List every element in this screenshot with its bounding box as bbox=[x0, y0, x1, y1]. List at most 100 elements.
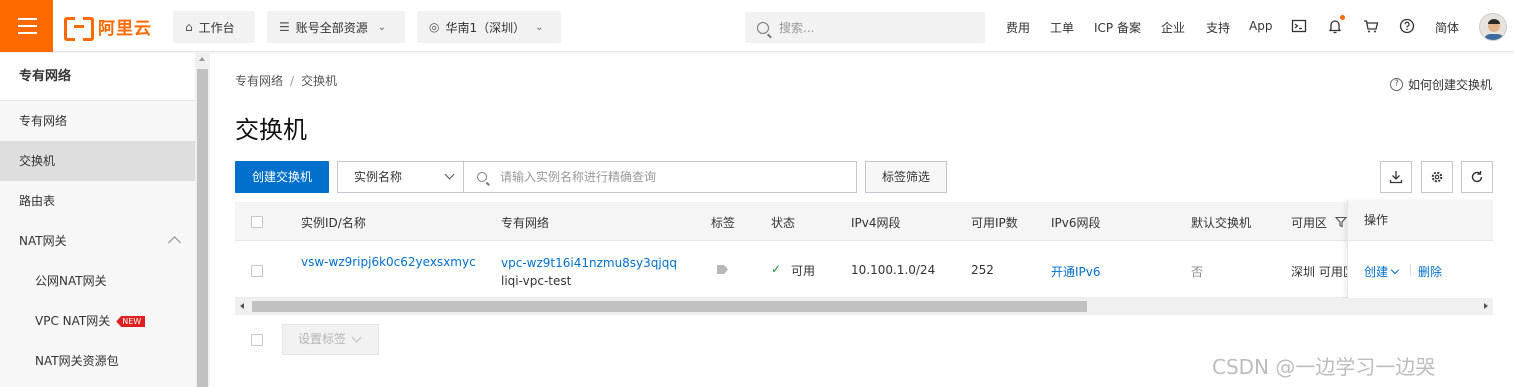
scroll-right-arrow-icon[interactable] bbox=[1484, 303, 1488, 309]
breadcrumb-separator: / bbox=[290, 74, 295, 88]
column-header-vpc: 专有网络 bbox=[501, 216, 550, 230]
select-all-checkbox[interactable] bbox=[251, 216, 263, 228]
instance-search-input[interactable]: 请输入实例名称进行精确查询 bbox=[463, 161, 857, 193]
logo-mark-icon bbox=[64, 17, 94, 41]
column-header-operations: 操作 bbox=[1348, 200, 1493, 241]
create-dropdown-link[interactable]: 创建 bbox=[1364, 263, 1400, 280]
set-tags-button[interactable]: 设置标签 bbox=[282, 324, 379, 355]
workbench-button[interactable]: ⌂ 工作台 bbox=[173, 11, 255, 43]
topnav-ticket[interactable]: 工单 bbox=[1050, 19, 1074, 36]
table-header: 实例ID/名称 专有网络 标签 状态 IPv4网段 可用IP数 IPv6网段 默… bbox=[235, 202, 1493, 241]
row-checkbox[interactable] bbox=[251, 265, 263, 277]
workbench-label: 工作台 bbox=[198, 20, 235, 35]
chevron-up-icon bbox=[168, 236, 181, 249]
terminal-icon[interactable] bbox=[1291, 18, 1307, 34]
chevron-down-icon: ⌄ bbox=[535, 21, 544, 33]
breadcrumb: 专有网络 / 交换机 bbox=[235, 72, 337, 89]
chevron-down-icon bbox=[444, 169, 455, 180]
ipv4-cidr: 10.100.1.0/24 bbox=[851, 263, 936, 277]
avatar[interactable] bbox=[1479, 13, 1507, 41]
scrollbar-thumb[interactable] bbox=[252, 301, 1087, 312]
sidebar-item-vpc[interactable]: 专有网络 bbox=[0, 101, 195, 141]
topnav-enterprise[interactable]: 企业 bbox=[1161, 19, 1185, 36]
sidebar-item-label: 公网NAT网关 bbox=[35, 274, 107, 288]
scroll-left-arrow-icon[interactable] bbox=[240, 303, 244, 309]
sidebar-item-vswitch[interactable]: 交换机 bbox=[0, 141, 195, 181]
scroll-up-arrow-icon[interactable] bbox=[199, 57, 205, 61]
breadcrumb-vswitch: 交换机 bbox=[301, 74, 338, 88]
vswitch-id-link[interactable]: vsw-wz9ripj6k0c62yexsxmyc bbox=[301, 255, 476, 269]
sidebar-title: 专有网络 bbox=[0, 53, 195, 101]
enable-ipv6-link[interactable]: 开通IPv6 bbox=[1051, 263, 1101, 280]
available-ip-count: 252 bbox=[971, 263, 994, 277]
column-header-zone: 可用区 bbox=[1291, 216, 1328, 230]
top-navbar: 阿里云 ⌂ 工作台 ☰ 账号全部资源 ⌄ ◎ 华南1（深圳） ⌄ 搜索... 费… bbox=[0, 0, 1514, 52]
search-icon bbox=[477, 172, 487, 182]
table-horizontal-scrollbar[interactable] bbox=[235, 298, 1493, 315]
column-header-status: 状态 bbox=[771, 216, 796, 230]
vpc-name: liqi-vpc-test bbox=[501, 274, 572, 288]
column-header-default: 默认交换机 bbox=[1191, 216, 1252, 230]
filter-select-value: 实例名称 bbox=[354, 170, 403, 184]
vpc-id-link[interactable]: vpc-wz9t16i41nzmu8sy3qjqq bbox=[501, 256, 677, 270]
breadcrumb-vpc[interactable]: 专有网络 bbox=[235, 74, 283, 88]
check-icon: ✓ bbox=[771, 262, 782, 276]
column-header-available-ips: 可用IP数 bbox=[971, 216, 1018, 230]
sidebar-item-label: 交换机 bbox=[19, 154, 56, 168]
sidebar-item-nat-package[interactable]: NAT网关资源包 bbox=[0, 341, 195, 381]
new-badge: NEW bbox=[116, 316, 146, 327]
gear-icon bbox=[1431, 171, 1443, 183]
column-header-tags: 标签 bbox=[711, 216, 736, 230]
delete-link[interactable]: 删除 bbox=[1418, 263, 1442, 280]
settings-button[interactable] bbox=[1421, 161, 1453, 193]
filter-icon[interactable] bbox=[1335, 216, 1347, 228]
sidebar-item-nat-gateway[interactable]: NAT网关 bbox=[0, 221, 195, 261]
global-search-input[interactable]: 搜索... bbox=[745, 12, 985, 43]
region-selector[interactable]: ◎ 华南1（深圳） ⌄ bbox=[417, 11, 561, 43]
tag-filter-button[interactable]: 标签筛选 bbox=[865, 161, 947, 193]
user-avatar-icon bbox=[1480, 14, 1506, 40]
scrollbar-thumb[interactable] bbox=[197, 69, 208, 387]
sidebar-item-label: 路由表 bbox=[19, 194, 56, 208]
sidebar-item-vpc-nat[interactable]: VPC NAT网关 NEW bbox=[0, 301, 195, 341]
topnav-support[interactable]: 支持 bbox=[1206, 19, 1230, 36]
resource-label: 账号全部资源 bbox=[295, 20, 368, 35]
chevron-down-icon bbox=[351, 332, 362, 343]
language-switch[interactable]: 简体 bbox=[1435, 19, 1459, 36]
bell-icon[interactable] bbox=[1327, 18, 1343, 34]
sidebar-item-route-table[interactable]: 路由表 bbox=[0, 181, 195, 221]
sidebar-item-label: 专有网络 bbox=[19, 114, 68, 128]
sidebar-scrollbar[interactable] bbox=[195, 53, 210, 387]
tag-icon[interactable] bbox=[717, 265, 728, 274]
cart-icon[interactable] bbox=[1363, 18, 1379, 34]
topnav-icp[interactable]: ICP 备案 bbox=[1094, 19, 1141, 36]
topnav-billing[interactable]: 费用 bbox=[1006, 19, 1030, 36]
topnav-app[interactable]: App bbox=[1249, 19, 1272, 33]
sidebar-item-label: NAT网关 bbox=[19, 234, 67, 248]
help-icon[interactable] bbox=[1399, 18, 1415, 34]
aliyun-logo[interactable]: 阿里云 bbox=[64, 14, 152, 41]
column-header-id: 实例ID/名称 bbox=[301, 216, 366, 230]
chevron-down-icon: ⌄ bbox=[377, 21, 387, 33]
page-title: 交换机 bbox=[235, 116, 307, 144]
refresh-icon bbox=[1471, 171, 1483, 183]
sidebar-item-label: NAT网关资源包 bbox=[35, 354, 119, 368]
refresh-button[interactable] bbox=[1461, 161, 1493, 193]
sidebar-item-public-nat[interactable]: 公网NAT网关 bbox=[0, 261, 195, 301]
menu-icon[interactable] bbox=[0, 0, 53, 52]
download-button[interactable] bbox=[1380, 161, 1412, 193]
sidebar-item-label: VPC NAT网关 bbox=[35, 314, 111, 328]
filter-field-select[interactable]: 实例名称 bbox=[337, 161, 464, 193]
location-icon: ◎ bbox=[429, 20, 440, 34]
create-vswitch-button[interactable]: 创建交换机 bbox=[235, 161, 329, 193]
footer-select-all-checkbox[interactable] bbox=[251, 334, 263, 346]
set-tags-label: 设置标签 bbox=[298, 332, 347, 346]
resource-selector[interactable]: ☰ 账号全部资源 ⌄ bbox=[267, 11, 405, 43]
table-row: vsw-wz9ripj6k0c62yexsxmyc vpc-wz9t16i41n… bbox=[235, 241, 1493, 298]
watermark: CSDN @一边学习一边哭 bbox=[1212, 355, 1436, 379]
help-link-label: 如何创建交换机 bbox=[1408, 78, 1493, 92]
operations-column: 操作 创建 删除 bbox=[1347, 200, 1493, 298]
help-create-vswitch-link[interactable]: ? 如何创建交换机 bbox=[1390, 76, 1492, 93]
notification-dot bbox=[1340, 15, 1345, 20]
create-link-label: 创建 bbox=[1364, 265, 1389, 279]
